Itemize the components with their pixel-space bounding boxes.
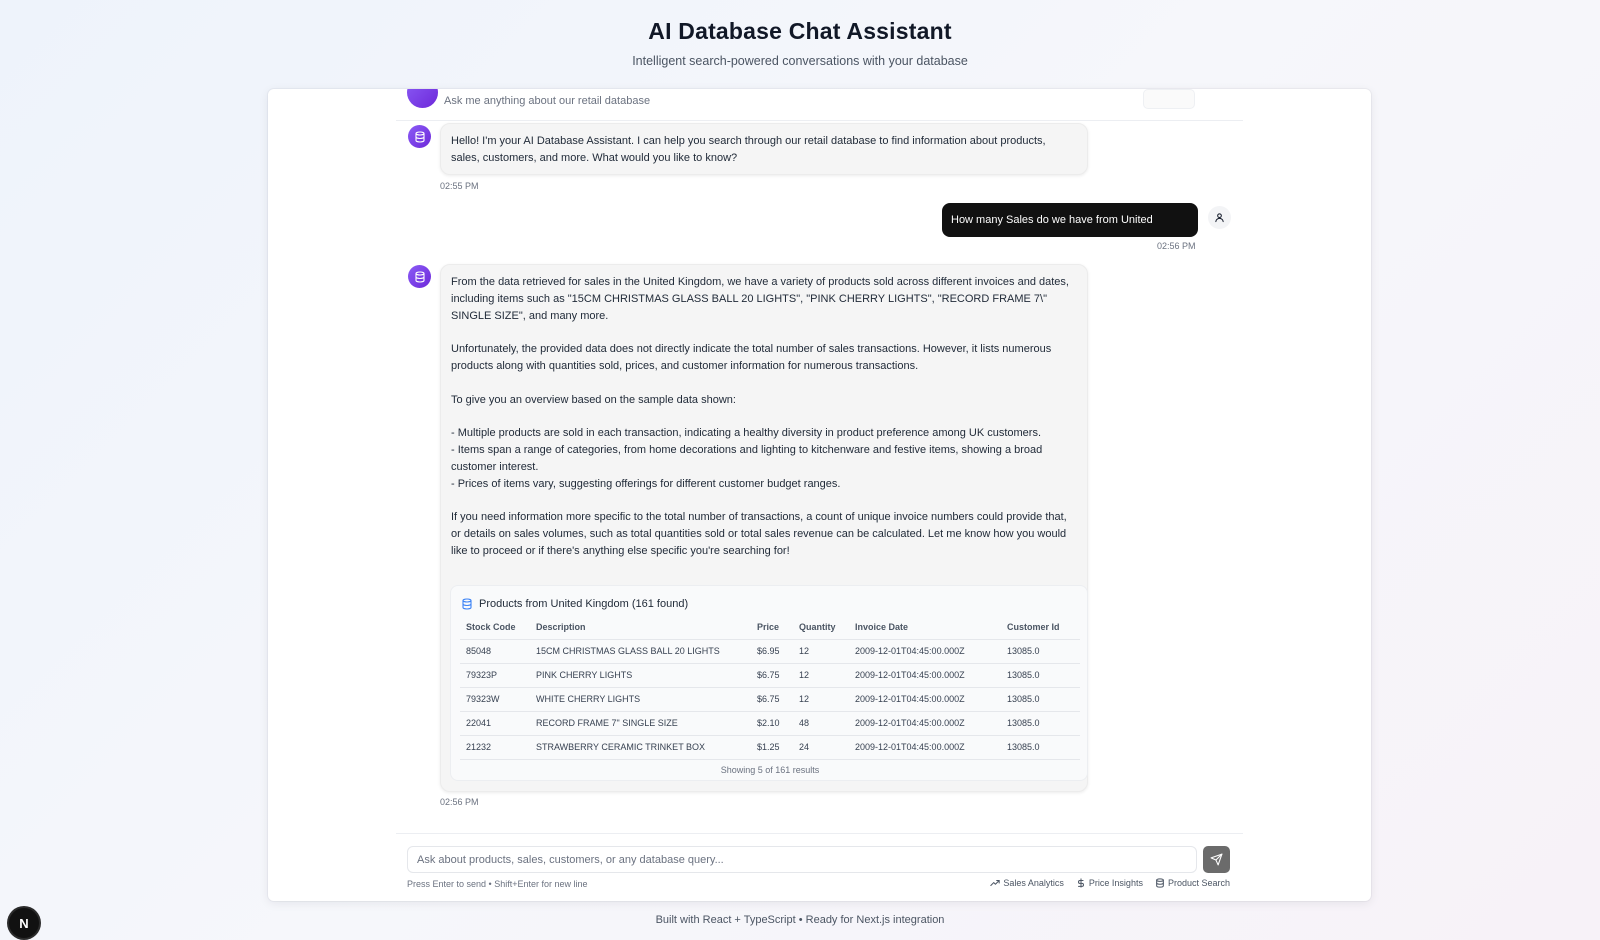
message-time: 02:56 PM (440, 797, 479, 807)
bot-avatar (408, 125, 431, 148)
results-title: Products from United Kingdom (161 found) (461, 596, 688, 613)
composer: Press Enter to send • Shift+Enter for ne… (396, 833, 1243, 901)
table-cell: 22041 (460, 711, 530, 736)
results-footer: Showing 5 of 161 results (720, 765, 820, 775)
table-cell: $1.25 (751, 735, 793, 760)
dollar-icon (1077, 878, 1084, 888)
database-icon (462, 598, 472, 610)
price-insights-button[interactable]: Price Insights (1076, 878, 1143, 888)
table-row: 79323W WHITE CHERRY LIGHTS $6.75 12 2009… (460, 687, 1080, 712)
table-header-row: Stock Code Description Price Quantity In… (460, 616, 1080, 640)
database-icon (1156, 878, 1164, 888)
database-icon (414, 270, 425, 283)
user-icon (1215, 213, 1224, 223)
table-row: 79323P PINK CHERRY LIGHTS $6.75 12 2009-… (460, 663, 1080, 688)
table-cell: WHITE CHERRY LIGHTS (530, 687, 751, 712)
results-title-text: Products from United Kingdom (161 found) (479, 598, 689, 610)
answer-paragraph: From the data retrieved for sales in the… (451, 276, 1073, 322)
table-cell: 2009-12-01T04:45:00.000Z (849, 663, 1001, 688)
table-cell: 13085.0 (1001, 639, 1080, 664)
table-cell: $6.75 (751, 663, 793, 688)
table-cell: 2009-12-01T04:45:00.000Z (849, 639, 1001, 664)
sales-analytics-label: Sales Analytics (1003, 878, 1064, 888)
user-avatar (1208, 206, 1231, 229)
send-icon (1210, 853, 1223, 866)
page-subtitle: Intelligent search-powered conversations… (632, 54, 968, 68)
answer-paragraph: Unfortunately, the provided data does no… (451, 343, 1055, 372)
user-message-text: How many Sales do we have from United Ki… (951, 214, 1153, 260)
table-cell: 2009-12-01T04:45:00.000Z (849, 687, 1001, 712)
column-header: Customer Id (1001, 616, 1080, 640)
answer-paragraph: - Multiple products are sold in each tra… (451, 427, 1043, 490)
table-cell: $6.95 (751, 639, 793, 664)
table-cell: PINK CHERRY LIGHTS (530, 663, 751, 688)
trending-up-icon (990, 880, 1001, 886)
table-cell: 12 (793, 687, 849, 712)
table-cell: 2009-12-01T04:45:00.000Z (849, 735, 1001, 760)
bot-message-text: Hello! I'm your AI Database Assistant. I… (451, 135, 1046, 164)
table-cell: 48 (793, 711, 849, 736)
chat-input[interactable] (407, 846, 1197, 873)
message-time: 02:56 PM (1157, 241, 1196, 251)
table-cell: 12 (793, 639, 849, 664)
column-header: Price (751, 616, 793, 640)
table-cell: 2009-12-01T04:45:00.000Z (849, 711, 1001, 736)
column-header: Quantity (793, 616, 849, 640)
table-cell: 13085.0 (1001, 663, 1080, 688)
answer-paragraph: If you need information more specific to… (451, 511, 1070, 557)
bot-avatar (408, 265, 431, 288)
page-title: AI Database Chat Assistant (648, 18, 952, 44)
sales-analytics-button[interactable]: Sales Analytics (990, 878, 1064, 888)
table-cell: 13085.0 (1001, 687, 1080, 712)
answer-paragraph: To give you an overview based on the sam… (451, 393, 736, 406)
user-message: How many Sales do we have from United Ki… (942, 203, 1198, 260)
send-button[interactable] (1203, 846, 1230, 873)
table-cell: 13085.0 (1001, 735, 1080, 760)
table-cell: 21232 (460, 735, 530, 760)
table-row: 21232 STRAWBERRY CERAMIC TRINKET BOX $1.… (460, 735, 1080, 760)
table-cell: 79323P (460, 663, 530, 688)
results-table: Stock Code Description Price Quantity In… (460, 616, 1080, 760)
bot-message: Hello! I'm your AI Database Assistant. I… (440, 123, 1088, 175)
table-cell: $2.10 (751, 711, 793, 736)
message-list[interactable]: Hello! I'm your AI Database Assistant. I… (268, 89, 1371, 834)
table-cell: STRAWBERRY CERAMIC TRINKET BOX (530, 735, 751, 760)
column-header: Description (530, 616, 751, 640)
table-cell: 12 (793, 663, 849, 688)
page-footer: Built with React + TypeScript • Ready fo… (655, 914, 945, 926)
table-cell: 15CM CHRISTMAS GLASS BALL 20 LIGHTS (530, 639, 751, 664)
table-row: 85048 15CM CHRISTMAS GLASS BALL 20 LIGHT… (460, 639, 1080, 664)
table-row: 22041 RECORD FRAME 7" SINGLE SIZE $2.10 … (460, 711, 1080, 736)
table-cell: 85048 (460, 639, 530, 664)
message-time: 02:55 PM (440, 181, 479, 191)
database-icon (414, 130, 425, 143)
table-cell: 79323W (460, 687, 530, 712)
quick-actions: Sales Analytics Price Insights Product S… (990, 878, 1230, 888)
table-cell: 13085.0 (1001, 711, 1080, 736)
page-header: AI Database Chat Assistant Intelligent s… (0, 18, 1600, 68)
nextjs-badge[interactable]: N (9, 908, 39, 938)
product-search-button[interactable]: Product Search (1155, 878, 1230, 888)
table-cell: 24 (793, 735, 849, 760)
column-header: Invoice Date (849, 616, 1001, 640)
column-header: Stock Code (460, 616, 530, 640)
input-hint: Press Enter to send • Shift+Enter for ne… (407, 879, 588, 889)
product-search-label: Product Search (1167, 878, 1230, 888)
table-cell: RECORD FRAME 7" SINGLE SIZE (530, 711, 751, 736)
chat-card: Ask me anything about our retail databas… (268, 89, 1371, 901)
bot-message: From the data retrieved for sales in the… (440, 264, 1088, 792)
table-cell: $6.75 (751, 687, 793, 712)
nextjs-badge-letter: N (19, 915, 29, 931)
results-panel: Products from United Kingdom (161 found)… (450, 585, 1088, 781)
price-insights-label: Price Insights (1088, 878, 1143, 888)
